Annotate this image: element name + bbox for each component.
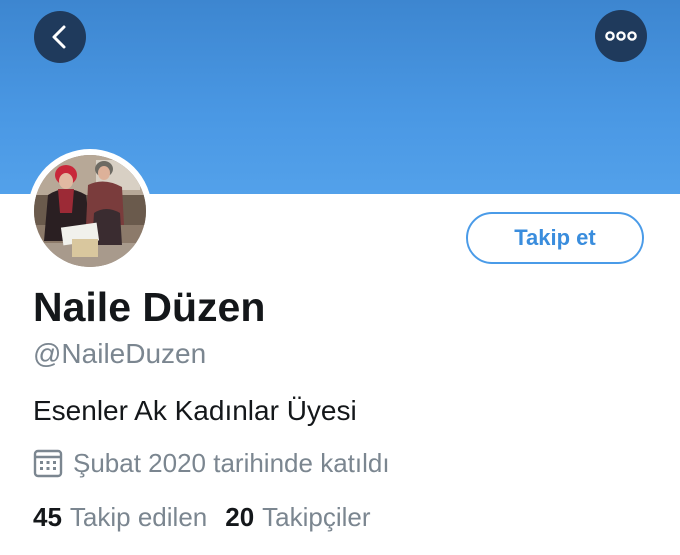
followers-label: Takipçiler: [262, 502, 371, 532]
following-label: Takip edilen: [69, 502, 208, 532]
profile-bio: Esenler Ak Kadınlar Üyesi: [33, 395, 357, 426]
profile-page: Takip et Naile Düzen @NaileDuzen Esenler…: [0, 0, 680, 555]
following-stat[interactable]: 45 Takip edilen: [33, 502, 207, 533]
back-button[interactable]: [34, 11, 86, 63]
chevron-left-icon: [52, 25, 66, 49]
avatar-ring: [28, 149, 152, 273]
profile-stats: 45 Takip edilen 20 Takipçiler: [33, 502, 371, 533]
joined-date-text: Şubat 2020 tarihinde katıldı: [73, 447, 390, 478]
following-count: 45: [33, 502, 62, 532]
calendar-icon: [33, 449, 63, 478]
followers-count: 20: [225, 502, 255, 532]
followers-stat[interactable]: 20 Takipçiler: [225, 502, 370, 533]
avatar[interactable]: [34, 155, 146, 267]
ellipsis-icon: [605, 31, 637, 41]
profile-handle: @NaileDuzen: [33, 338, 207, 369]
joined-date-row: Şubat 2020 tarihinde katıldı: [33, 446, 390, 480]
profile-photo: [34, 155, 146, 267]
follow-button[interactable]: Takip et: [466, 212, 644, 264]
more-options-button[interactable]: [595, 10, 647, 62]
profile-name: Naile Düzen: [33, 284, 266, 330]
